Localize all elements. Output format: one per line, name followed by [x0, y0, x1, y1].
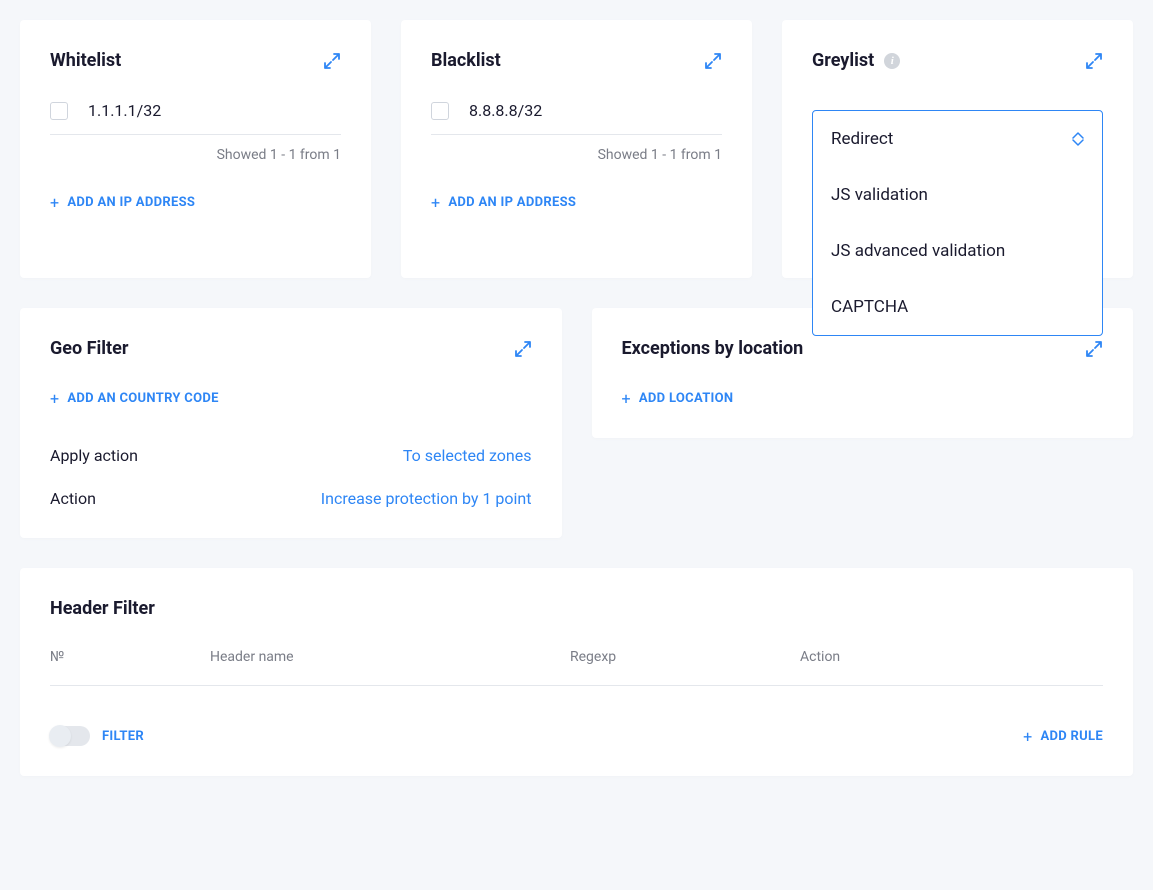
expand-icon[interactable]: [514, 340, 532, 358]
geofilter-card: Geo Filter + ADD AN COUNTRY CODE Apply a…: [20, 308, 562, 538]
plus-icon: +: [50, 193, 59, 212]
plus-icon: +: [50, 389, 59, 408]
whitelist-ip-row: 1.1.1.1/32: [50, 101, 341, 135]
geofilter-action-row: Action Increase protection by 1 point: [50, 489, 532, 508]
headerfilter-footer: FILTER + ADD RULE: [50, 726, 1103, 746]
col-regexp: Regexp: [570, 649, 800, 665]
whitelist-ip-checkbox[interactable]: [50, 102, 68, 120]
blacklist-card: Blacklist 8.8.8.8/32 Showed 1 - 1 from 1…: [401, 20, 752, 278]
col-header-name: Header name: [210, 649, 570, 665]
geofilter-header: Geo Filter: [50, 338, 532, 359]
greylist-option-captcha[interactable]: CAPTCHA: [813, 279, 1102, 335]
whitelist-ip-text: 1.1.1.1/32: [88, 101, 161, 120]
expand-icon[interactable]: [1085, 340, 1103, 358]
greylist-title-text: Greylist: [812, 50, 874, 71]
whitelist-title: Whitelist: [50, 50, 121, 71]
greylist-card: Greylist i Redirect JS validation JS adv…: [782, 20, 1133, 278]
blacklist-ip-text: 8.8.8.8/32: [469, 101, 542, 120]
add-location-button[interactable]: + ADD LOCATION: [622, 389, 734, 408]
exceptions-title: Exceptions by location: [622, 338, 804, 359]
geofilter-title: Geo Filter: [50, 338, 128, 359]
filter-toggle-group: FILTER: [50, 726, 144, 746]
greylist-title: Greylist i: [812, 50, 900, 71]
plus-icon: +: [1023, 727, 1032, 746]
headerfilter-header: Header Filter: [50, 598, 1103, 619]
col-num: №: [50, 649, 210, 665]
blacklist-ip-row: 8.8.8.8/32: [431, 101, 722, 135]
plus-icon: +: [431, 193, 440, 212]
col-action: Action: [800, 649, 1103, 665]
blacklist-title: Blacklist: [431, 50, 501, 71]
headerfilter-card: Header Filter № Header name Regexp Actio…: [20, 568, 1133, 776]
add-rule-label: ADD RULE: [1040, 729, 1103, 744]
blacklist-ip-checkbox[interactable]: [431, 102, 449, 120]
expand-icon[interactable]: [1085, 52, 1103, 70]
expand-icon[interactable]: [704, 52, 722, 70]
add-rule-button[interactable]: + ADD RULE: [1023, 727, 1103, 746]
whitelist-card: Whitelist 1.1.1.1/32 Showed 1 - 1 from 1…: [20, 20, 371, 278]
add-ip-label: ADD AN IP ADDRESS: [67, 195, 195, 210]
filter-label: FILTER: [102, 729, 144, 744]
geofilter-action-label: Action: [50, 489, 96, 508]
headerfilter-table-header: № Header name Regexp Action: [50, 649, 1103, 686]
add-ip-button[interactable]: + ADD AN IP ADDRESS: [50, 193, 195, 212]
greylist-option-js-validation[interactable]: JS validation: [813, 167, 1102, 223]
blacklist-showed-text: Showed 1 - 1 from 1: [431, 147, 722, 163]
greylist-option-redirect[interactable]: Redirect: [813, 111, 1102, 167]
geofilter-apply-action-label: Apply action: [50, 446, 138, 465]
greylist-option-label: JS advanced validation: [831, 241, 1005, 261]
info-icon[interactable]: i: [884, 53, 900, 69]
select-arrows-icon: [1072, 132, 1084, 146]
filter-toggle[interactable]: [50, 726, 90, 746]
greylist-header: Greylist i: [812, 50, 1103, 71]
greylist-option-label: CAPTCHA: [831, 297, 908, 317]
plus-icon: +: [622, 389, 631, 408]
greylist-option-js-advanced[interactable]: JS advanced validation: [813, 223, 1102, 279]
add-ip-label: ADD AN IP ADDRESS: [448, 195, 576, 210]
exceptions-header: Exceptions by location: [622, 338, 1104, 359]
geofilter-apply-action-value[interactable]: To selected zones: [403, 446, 532, 465]
add-location-label: ADD LOCATION: [639, 391, 734, 406]
add-country-label: ADD AN COUNTRY CODE: [67, 391, 218, 406]
blacklist-header: Blacklist: [431, 50, 722, 71]
greylist-option-label: Redirect: [831, 129, 893, 149]
greylist-option-label: JS validation: [831, 185, 928, 205]
whitelist-showed-text: Showed 1 - 1 from 1: [50, 147, 341, 163]
expand-icon[interactable]: [323, 52, 341, 70]
greylist-dropdown[interactable]: Redirect JS validation JS advanced valid…: [812, 110, 1103, 336]
add-country-button[interactable]: + ADD AN COUNTRY CODE: [50, 389, 219, 408]
geofilter-action-value[interactable]: Increase protection by 1 point: [321, 489, 532, 508]
add-ip-button[interactable]: + ADD AN IP ADDRESS: [431, 193, 576, 212]
geofilter-apply-action-row: Apply action To selected zones: [50, 446, 532, 465]
whitelist-header: Whitelist: [50, 50, 341, 71]
headerfilter-title: Header Filter: [50, 598, 155, 619]
